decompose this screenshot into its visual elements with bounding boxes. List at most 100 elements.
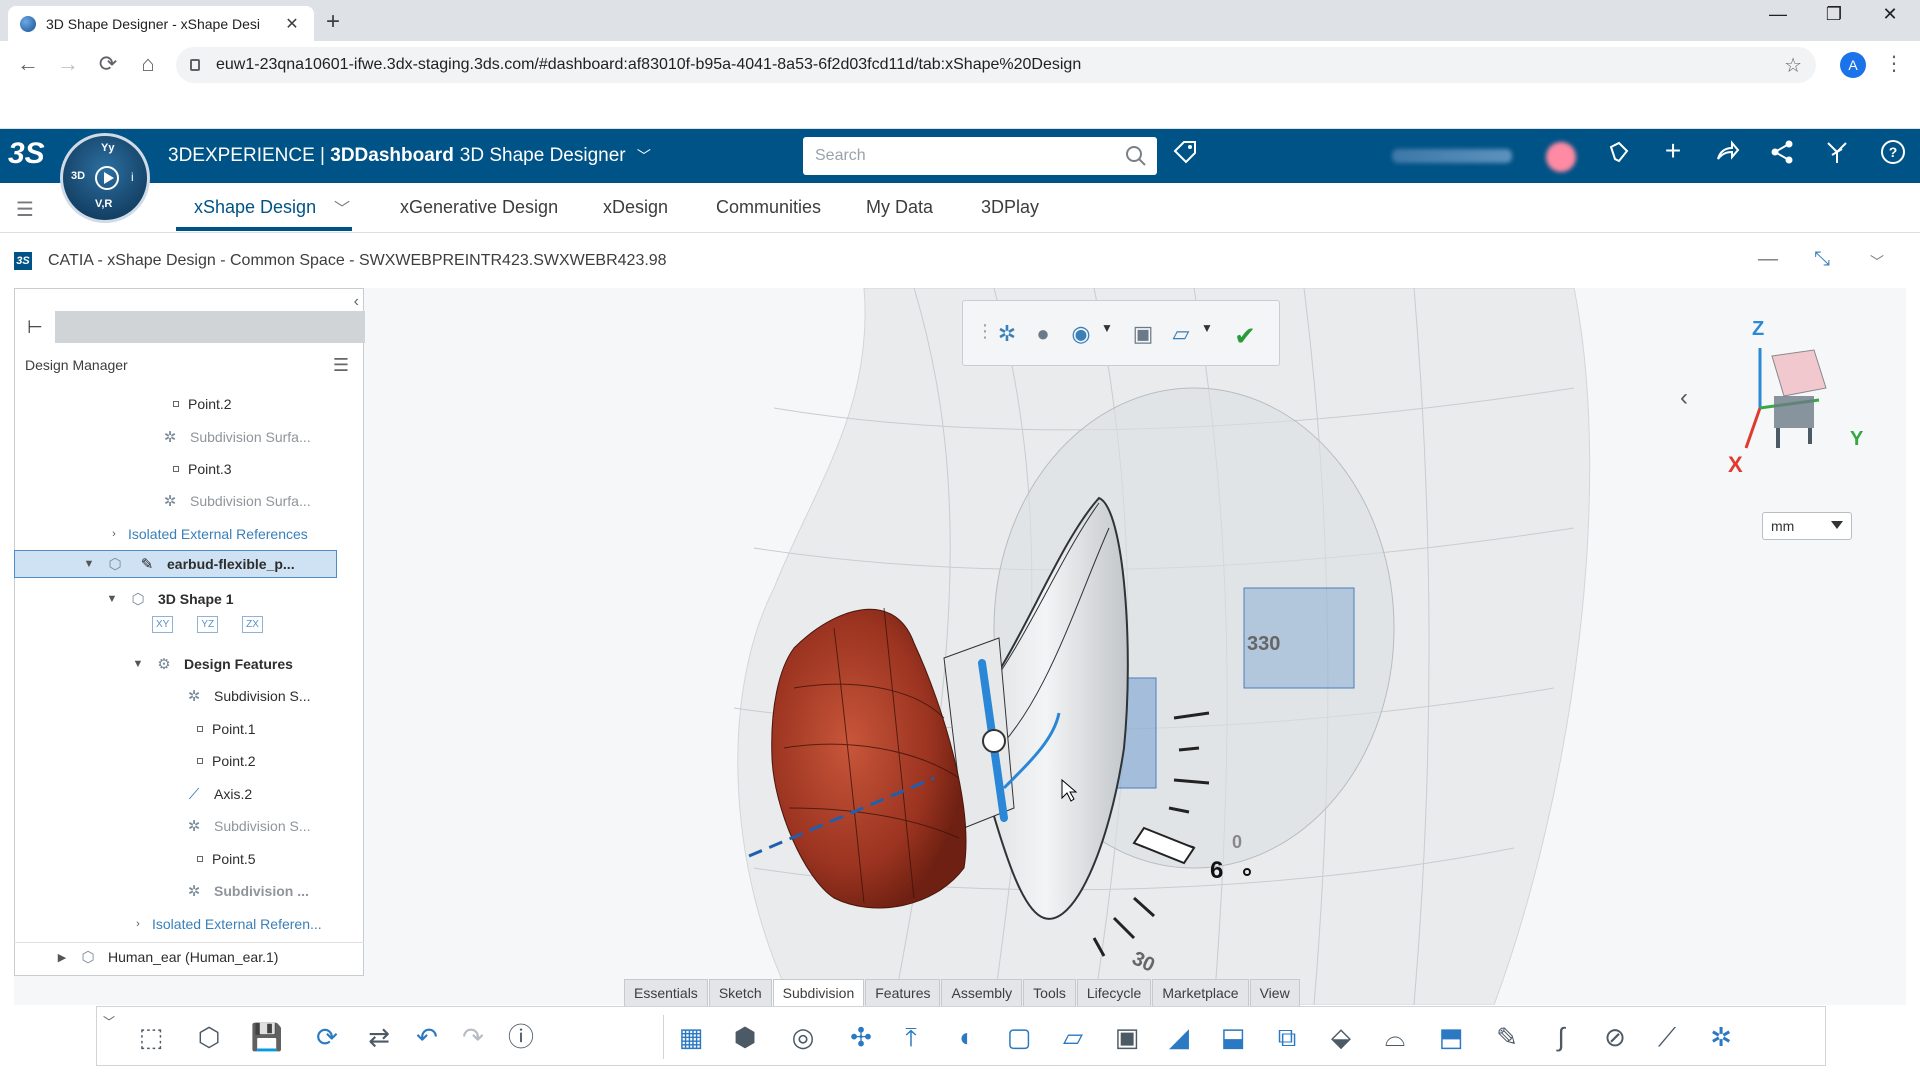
revolve-icon[interactable]: ◐ <box>947 1019 987 1055</box>
face-icon[interactable]: ▢ <box>999 1019 1039 1055</box>
tree-row[interactable]: Point.5 <box>188 845 256 873</box>
frame-icon[interactable]: ▣ <box>1129 321 1157 349</box>
save-icon[interactable]: 💾 <box>247 1019 287 1055</box>
chevron-down-icon[interactable]: ﹀ <box>637 148 651 164</box>
shell-icon[interactable]: ◢ <box>1159 1019 1199 1055</box>
url-field[interactable]: euw1-23qna10601-ifwe.3dx-staging.3ds.com… <box>176 47 1816 83</box>
tag-icon[interactable] <box>1168 139 1202 172</box>
tab-marketplace[interactable]: Marketplace <box>1152 979 1249 1006</box>
plane-icon[interactable]: ▱ <box>1053 1019 1093 1055</box>
tab-3dplay[interactable]: 3DPlay <box>981 197 1039 218</box>
compass-widget[interactable]: Yy 3D i V,R <box>60 133 150 223</box>
browser-menu-icon[interactable]: ⋮ <box>1884 51 1904 76</box>
platform-brand[interactable]: 3DEXPERIENCE | 3DDashboard 3D Shape Desig… <box>168 145 651 167</box>
widget-menu-chevron-icon[interactable]: ﹀ <box>1870 252 1884 272</box>
tab-xshape-design[interactable]: xShape Design <box>194 197 316 218</box>
globe-icon[interactable]: ◉ <box>1067 321 1095 349</box>
refresh-icon[interactable]: ⟳ <box>307 1019 347 1055</box>
user-avatar[interactable] <box>1546 142 1576 172</box>
collapse-panel-icon[interactable]: ‹ <box>354 293 359 311</box>
plane-yz-icon[interactable]: YZ <box>197 616 219 633</box>
profile-avatar[interactable]: A <box>1840 52 1866 78</box>
chevron-down-icon[interactable]: ▼ <box>1193 321 1221 349</box>
shading-icon[interactable]: ● <box>1029 321 1057 349</box>
extrude-icon[interactable]: ⤒ <box>891 1019 931 1055</box>
chevron-left-icon[interactable]: ‹ <box>1680 384 1688 412</box>
grid-icon[interactable]: ▦ <box>671 1019 711 1055</box>
bridge-icon[interactable]: ⬙ <box>1321 1019 1361 1055</box>
replace-icon[interactable]: ⇄ <box>359 1019 399 1055</box>
tree-row[interactable]: ✲ Subdivision Surfa... <box>158 487 311 515</box>
collapse-icon[interactable]: ▼ <box>130 658 146 670</box>
search-box[interactable] <box>803 137 1157 175</box>
chevron-down-icon[interactable]: ﹀ <box>334 195 350 219</box>
new-tab-button[interactable]: + <box>326 8 340 36</box>
tab-features[interactable]: Features <box>865 979 941 1006</box>
expand-icon[interactable]: ▶ <box>54 951 70 964</box>
tree-row[interactable]: ▼ ⬡ 3D Shape 1 <box>104 585 234 613</box>
curve-icon[interactable]: ∫ <box>1541 1019 1581 1055</box>
browser-tab[interactable]: 3D Shape Designer - xShape Desi ✕ <box>8 6 314 41</box>
close-tab-icon[interactable]: ✕ <box>282 14 302 34</box>
surface-icon[interactable]: ▱ <box>1167 321 1195 349</box>
tab-xgenerative-design[interactable]: xGenerative Design <box>400 197 558 218</box>
tree-row[interactable]: Point.2 <box>188 747 256 775</box>
tab-lifecycle[interactable]: Lifecycle <box>1076 979 1152 1006</box>
reload-icon[interactable]: ⟳ <box>92 51 124 77</box>
back-icon[interactable]: ← <box>12 51 44 77</box>
compass-3d[interactable]: 3D <box>71 170 85 182</box>
minimize-window-button[interactable]: — <box>1758 4 1798 25</box>
tab-my-data[interactable]: My Data <box>866 197 933 218</box>
measure-icon[interactable]: ⊘ <box>1595 1019 1635 1055</box>
cube-icon[interactable]: ⬢ <box>725 1019 765 1055</box>
validate-icon[interactable]: ✔ <box>1231 321 1259 351</box>
tree-row[interactable]: ✲ Subdivision S... <box>182 682 311 710</box>
tree-menu-icon[interactable]: ☰ <box>333 355 349 376</box>
collapse-icon[interactable]: ▼ <box>81 558 97 570</box>
subdivision-icon[interactable]: ✲ <box>993 321 1021 349</box>
tab-essentials[interactable]: Essentials <box>624 979 708 1006</box>
box-icon[interactable]: ▣ <box>1107 1019 1147 1055</box>
tree-row-selected[interactable]: ▼ ⬡ ✎ earbud-flexible_p... <box>14 550 337 578</box>
symmetry-icon[interactable]: ✲ <box>1701 1019 1741 1055</box>
tree-row[interactable]: ▼ ⚙ Design Features <box>130 650 293 678</box>
tree-icon[interactable]: ⊢ <box>15 311 55 343</box>
expand-icon[interactable]: › <box>106 528 122 540</box>
new-part-icon[interactable]: ⬚ <box>131 1019 171 1055</box>
thicken-icon[interactable]: ⬓ <box>1213 1019 1253 1055</box>
tree-row[interactable]: Point.1 <box>188 715 256 743</box>
tab-tools[interactable]: Tools <box>1023 979 1076 1006</box>
collapse-widget-icon[interactable]: ⤡ <box>1814 248 1830 271</box>
network-icon[interactable] <box>1765 139 1799 172</box>
tree-row[interactable]: › Isolated External References <box>106 520 308 548</box>
tab-assembly[interactable]: Assembly <box>941 979 1023 1006</box>
redo-icon[interactable]: ↷ <box>453 1019 493 1055</box>
compass-info[interactable]: i <box>131 170 134 184</box>
compass-top[interactable]: Yy <box>101 142 114 154</box>
tree-row[interactable]: ✲ Subdivision Surfa... <box>158 423 311 451</box>
search-icon[interactable] <box>1125 145 1147 167</box>
tab-communities[interactable]: Communities <box>716 197 821 218</box>
chevron-down-icon[interactable]: ▼ <box>1093 321 1121 349</box>
compass-vr[interactable]: V,R <box>95 198 112 210</box>
help-icon[interactable]: ? <box>1876 139 1910 172</box>
tree-row[interactable]: Point.3 <box>164 455 232 483</box>
minimize-widget-icon[interactable]: — <box>1758 248 1778 271</box>
help-icon[interactable]: ⓘ <box>501 1019 541 1055</box>
tab-xdesign[interactable]: xDesign <box>603 197 668 218</box>
delete-face-icon[interactable]: ⬒ <box>1431 1019 1471 1055</box>
edit-icon[interactable]: ✎ <box>1487 1019 1527 1055</box>
tree-row[interactable]: ✲ Subdivision ... <box>182 877 309 905</box>
open-part-icon[interactable]: ⬡ <box>189 1019 229 1055</box>
search-input[interactable] <box>815 147 1105 165</box>
chevron-down-icon[interactable]: ﹀ <box>103 1013 115 1030</box>
crease-icon[interactable]: ⌓ <box>1375 1019 1415 1055</box>
unit-select[interactable]: mm <box>1762 512 1852 540</box>
subdivide-icon[interactable]: ✣ <box>841 1019 881 1055</box>
sketch-curve-icon[interactable]: ⟋ <box>1647 1019 1687 1055</box>
restore-window-button[interactable]: ❐ <box>1814 4 1854 25</box>
play-icon[interactable] <box>95 166 119 190</box>
mirror-icon[interactable]: ⧉ <box>1267 1019 1307 1055</box>
tree-row[interactable]: Point.2 <box>164 390 232 418</box>
plane-zx-icon[interactable]: ZX <box>242 616 263 633</box>
